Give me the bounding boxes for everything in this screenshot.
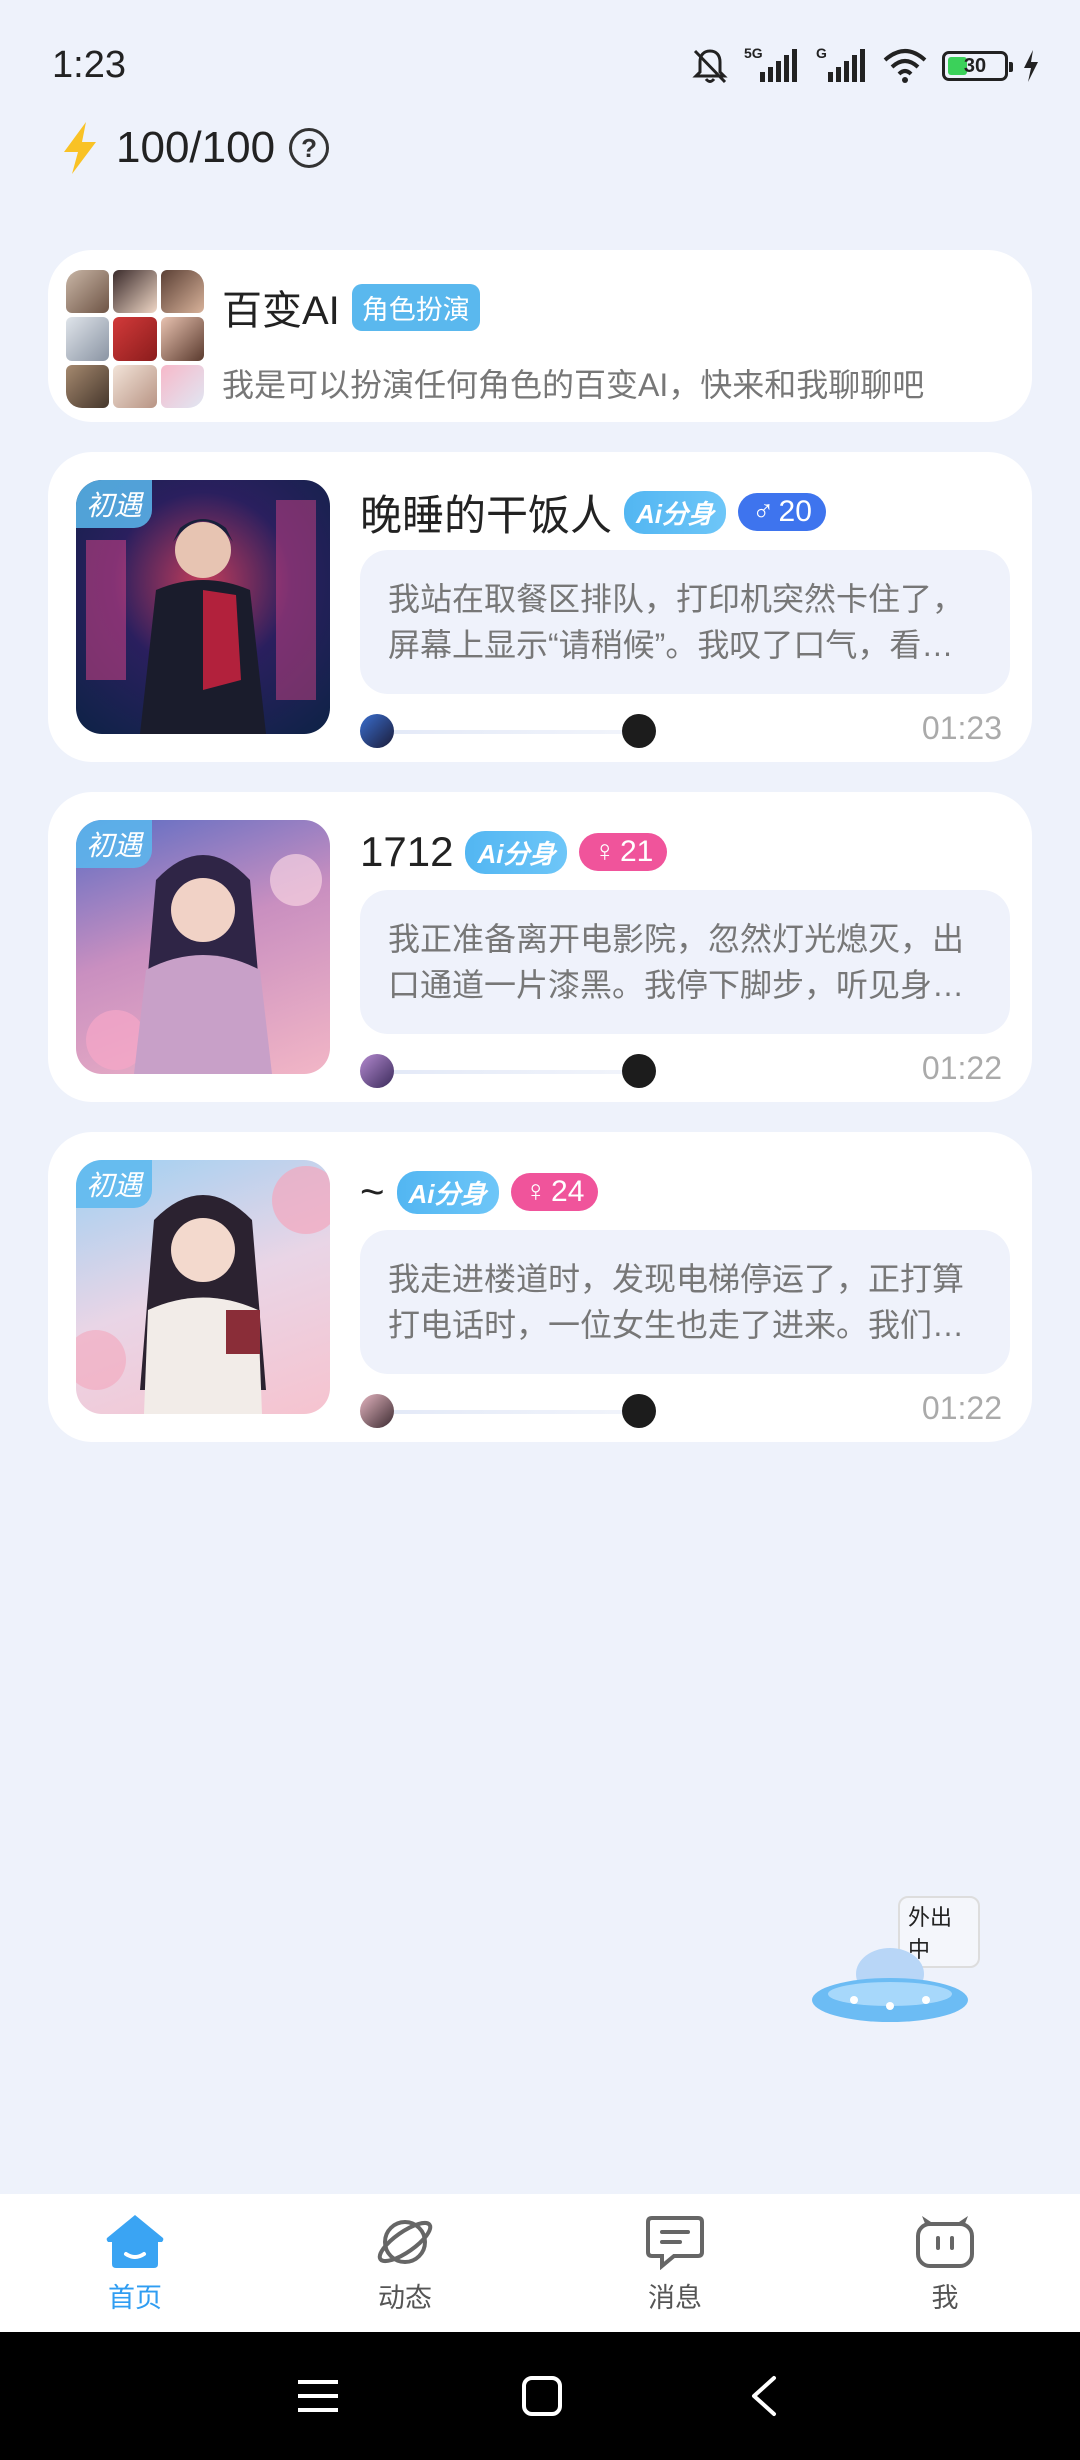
ai-avatar-collage — [66, 270, 204, 408]
ai-clone-tag: Ai分身 — [465, 830, 568, 874]
robot-face-icon — [916, 2215, 974, 2268]
role-play-tag: 角色扮演 — [351, 283, 480, 331]
character-name: 1712 — [360, 828, 454, 875]
relationship-progress — [360, 1054, 656, 1088]
ai-description: 我是可以扮演任何角色的百变AI，快来和我聊聊吧 — [222, 367, 925, 403]
network-g-label: G — [816, 46, 827, 61]
signal-5g-icon: 5G — [744, 46, 797, 82]
character-mini-avatar — [360, 714, 394, 748]
male-icon: ♂ — [752, 495, 775, 528]
system-nav-bar — [0, 2332, 1080, 2460]
nav-feed-label: 动态 — [378, 2282, 432, 2313]
level-value: 21 — [619, 835, 654, 868]
ai-clone-tag: Ai分身 — [624, 490, 727, 534]
female-icon: ♀ — [593, 835, 616, 868]
nav-me-label: 我 — [931, 2282, 959, 2313]
gender-level-badge: ♂ 20 — [738, 493, 826, 531]
relationship-progress — [360, 714, 656, 748]
floating-ufo-button[interactable]: 外出中 — [810, 1896, 980, 2036]
nav-feed[interactable]: 动态 — [305, 2212, 505, 2315]
battery-level: 30 — [963, 54, 987, 77]
chat-card[interactable]: 初遇 晚睡的干饭人 Ai分身 ♂ 20 我站在取餐区排队，打印机突然卡住了， 屏… — [48, 452, 1032, 762]
nav-messages-label: 消息 — [648, 2282, 702, 2313]
back-icon[interactable] — [744, 2374, 784, 2418]
chat-header: 1712 Ai分身 ♀ 21 — [360, 822, 668, 882]
message-line: 屏幕上显示“请稍候”。我叹了口气，看… — [388, 627, 954, 663]
character-avatar: 初遇 — [76, 480, 330, 734]
bottom-nav: 首页 动态 消息 我 — [0, 2194, 1080, 2332]
message-line: 打电话时，一位女生也走了进来。我们… — [388, 1307, 965, 1343]
charging-icon — [1024, 50, 1038, 82]
bell-off-icon — [692, 49, 728, 84]
planet-icon — [377, 2219, 433, 2264]
user-mini-avatar — [622, 1054, 656, 1088]
gender-level-badge: ♀ 24 — [510, 1173, 599, 1211]
lightning-icon — [64, 122, 96, 174]
character-name: 晚睡的干饭人 — [360, 491, 613, 539]
chat-card[interactable]: 初遇 1712 Ai分身 ♀ 21 我正准备离开电影院，忽然灯光熄灭，出 口通道… — [48, 792, 1032, 1102]
ufo-icon — [812, 1948, 968, 2022]
nav-me[interactable]: 我 — [845, 2212, 1045, 2315]
level-value: 24 — [551, 1175, 585, 1208]
energy-indicator[interactable]: 100/100 ? — [58, 120, 330, 176]
chat-header: ~ Ai分身 ♀ 24 — [360, 1162, 599, 1222]
ai-title-row: 百变AI 角色扮演 — [222, 278, 480, 336]
character-mini-avatar — [360, 1054, 394, 1088]
first-meet-badge: 初遇 — [76, 480, 153, 528]
chat-time: 01:22 — [921, 1050, 1002, 1086]
chat-time: 01:22 — [921, 1390, 1002, 1426]
signal-g-icon: G — [816, 46, 865, 82]
wifi-icon — [883, 49, 927, 83]
first-meet-badge: 初遇 — [76, 1160, 153, 1208]
female-icon: ♀ — [524, 1175, 548, 1208]
user-mini-avatar — [622, 1394, 656, 1428]
home-icon — [106, 2214, 164, 2268]
status-icons: 5G G 30 — [690, 46, 1040, 86]
nav-home-label: 首页 — [108, 2282, 162, 2313]
message-line: 我走进楼道时，发现电梯停运了，正打算 — [388, 1261, 965, 1297]
message-preview: 我正准备离开电影院，忽然灯光熄灭，出 口通道一片漆黑。我停下脚步，听见身… — [360, 890, 1010, 1034]
first-meet-badge: 初遇 — [76, 820, 153, 868]
level-value: 20 — [778, 495, 812, 528]
character-name: ~ — [360, 1168, 385, 1215]
ai-clone-tag: Ai分身 — [396, 1170, 499, 1214]
nav-messages[interactable]: 消息 — [575, 2212, 775, 2315]
character-avatar: 初遇 — [76, 820, 330, 1074]
help-icon[interactable]: ? — [289, 128, 330, 168]
ai-name: 百变AI — [222, 289, 340, 333]
message-line: 口通道一片漆黑。我停下脚步，听见身… — [388, 967, 965, 1003]
user-mini-avatar — [622, 714, 656, 748]
chat-header: 晚睡的干饭人 Ai分身 ♂ 20 — [360, 482, 826, 542]
character-mini-avatar — [360, 1394, 394, 1428]
nav-home[interactable]: 首页 — [35, 2212, 235, 2315]
message-line: 我正准备离开电影院，忽然灯光熄灭，出 — [388, 921, 965, 957]
battery-icon: 30 — [942, 51, 1013, 81]
menu-icon[interactable] — [296, 2376, 340, 2416]
ai-role-card[interactable]: 百变AI 角色扮演 我是可以扮演任何角色的百变AI，快来和我聊聊吧 — [48, 250, 1032, 422]
character-avatar: 初遇 — [76, 1160, 330, 1414]
message-line: 我站在取餐区排队，打印机突然卡住了， — [388, 581, 965, 617]
network-5g-label: 5G — [744, 46, 763, 61]
home-square-icon[interactable] — [520, 2374, 564, 2418]
chat-card[interactable]: 初遇 ~ Ai分身 ♀ 24 我走进楼道时，发现电梯停运了，正打算 打电话时，一… — [48, 1132, 1032, 1442]
chat-time: 01:23 — [921, 710, 1002, 746]
energy-value: 100/100 — [116, 123, 276, 172]
message-icon — [646, 2215, 704, 2270]
message-preview: 我站在取餐区排队，打印机突然卡住了， 屏幕上显示“请稍候”。我叹了口气，看… — [360, 550, 1010, 694]
status-time: 1:23 — [52, 44, 126, 86]
relationship-progress — [360, 1394, 656, 1428]
gender-level-badge: ♀ 21 — [579, 833, 668, 871]
message-preview: 我走进楼道时，发现电梯停运了，正打算 打电话时，一位女生也走了进来。我们… — [360, 1230, 1010, 1374]
status-bar: 1:23 5G G 30 — [0, 0, 1080, 130]
